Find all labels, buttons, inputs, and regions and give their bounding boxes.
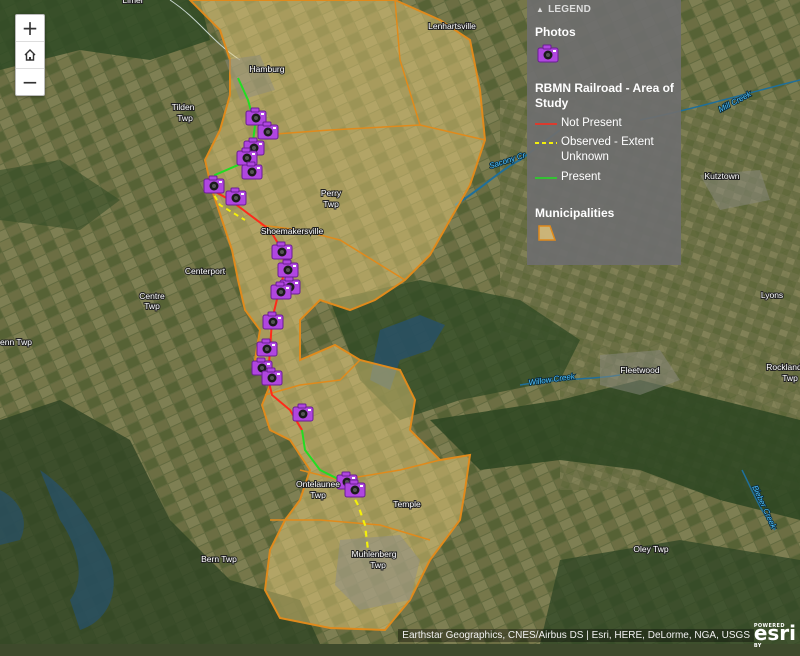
- place-label: Hamburg: [250, 64, 285, 74]
- place-label: Tilden: [172, 102, 195, 112]
- place-label: Twp: [177, 113, 193, 123]
- place-label: Rockland: [766, 362, 800, 372]
- place-label: Oley Twp: [633, 544, 669, 554]
- place-label: Centre: [139, 291, 165, 301]
- place-label: enn Twp: [0, 337, 32, 347]
- line-swatch: [535, 123, 557, 125]
- triangle-up-icon[interactable]: ▲: [536, 5, 544, 14]
- legend-panel: ▲ LEGEND Photos RBMN Railroad - Area of S…: [527, 0, 681, 265]
- camera-icon: [536, 44, 560, 67]
- legend-item-not-present: Not Present: [535, 116, 622, 136]
- place-label: Lyons: [761, 290, 783, 300]
- municipalities-title: Municipalities: [535, 206, 615, 220]
- dashed-line-swatch: [535, 142, 557, 144]
- place-label: Twp: [323, 199, 339, 209]
- legend-header[interactable]: ▲ LEGEND: [536, 4, 591, 15]
- line-swatch: [535, 177, 557, 179]
- place-label: Bern Twp: [201, 554, 237, 564]
- legend-header-label: LEGEND: [548, 4, 591, 15]
- place-label: Twp: [144, 301, 160, 311]
- attribution: Earthstar Geographics, CNES/Airbus DS | …: [398, 629, 754, 642]
- legend-item-observed: Observed - Extent Unknown: [535, 135, 654, 165]
- place-label: Twp: [782, 373, 798, 383]
- legend-item-present: Present: [535, 170, 601, 190]
- place-label: Ontelaunee: [296, 479, 340, 489]
- zoom-out-button[interactable]: −: [16, 69, 44, 95]
- place-label: Shoemakersville: [261, 226, 324, 236]
- place-label: Twp: [370, 560, 386, 570]
- esri-logo: POWERED BY esri: [753, 621, 796, 649]
- home-icon: [24, 49, 36, 61]
- place-label: Centerport: [185, 266, 226, 276]
- place-label: Fleetwood: [620, 365, 659, 375]
- zoom-in-button[interactable]: +: [16, 15, 44, 42]
- zoom-controls: + −: [15, 14, 45, 96]
- polygon-swatch-icon: [537, 224, 557, 245]
- place-label: Limer: [122, 0, 143, 5]
- photos-title: Photos: [535, 25, 576, 39]
- place-label: Perry: [321, 188, 342, 198]
- place-label: Twp: [310, 490, 326, 500]
- home-button[interactable]: [16, 42, 44, 69]
- place-label: Kutztown: [705, 171, 740, 181]
- railroad-title: RBMN Railroad - Area of Study: [535, 81, 674, 110]
- place-label: Muhlenberg: [352, 549, 397, 559]
- place-label: Lenhartsville: [428, 21, 476, 31]
- place-label: Temple: [393, 499, 421, 509]
